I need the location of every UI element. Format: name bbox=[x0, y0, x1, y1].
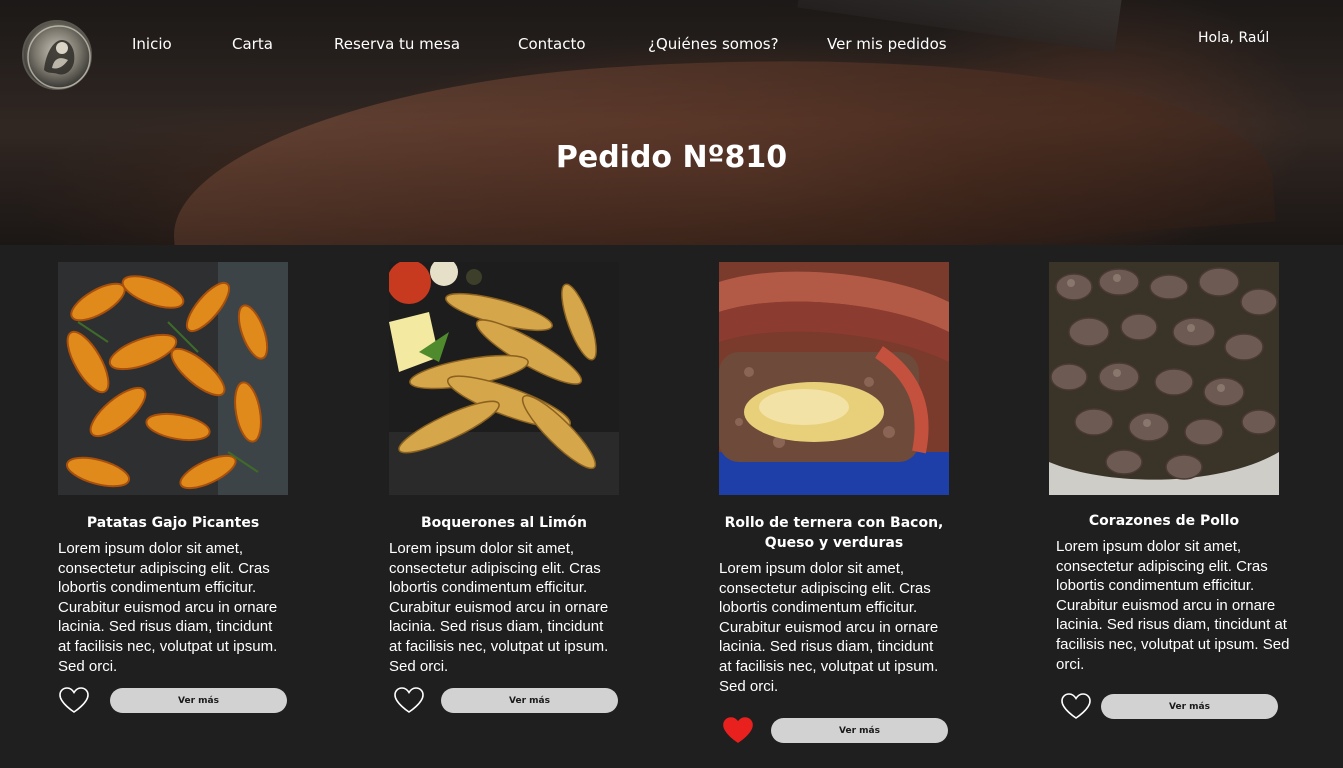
chicken-hearts-photo[interactable] bbox=[1049, 262, 1279, 495]
restaurant-logo-icon[interactable] bbox=[22, 20, 92, 90]
product-description: Lorem ipsum dolor sit amet, consectetur … bbox=[58, 540, 278, 675]
ver-mas-button[interactable]: Ver más bbox=[771, 718, 948, 744]
beef-roll-photo[interactable] bbox=[719, 262, 949, 495]
user-greeting[interactable]: Hola, Raúl bbox=[1198, 30, 1269, 46]
page-title: Pedido Nº810 bbox=[555, 140, 788, 175]
nav-reserva[interactable]: Reserva tu mesa bbox=[334, 35, 460, 53]
product-actions: Ver más bbox=[1049, 692, 1279, 722]
product-actions: Ver más bbox=[58, 686, 288, 716]
product-title: Boquerones al Limón bbox=[421, 515, 587, 531]
product-card: Corazones de Pollo Lorem ipsum dolor sit… bbox=[1049, 262, 1289, 722]
product-title: Patatas Gajo Picantes bbox=[86, 515, 260, 531]
product-card: Rollo de ternera con Bacon, Queso y verd… bbox=[719, 262, 949, 746]
product-card: Patatas Gajo Picantes Lorem ipsum dolor … bbox=[58, 262, 288, 716]
product-title: Corazones de Pollo bbox=[1088, 513, 1240, 529]
nav-contacto[interactable]: Contacto bbox=[518, 35, 586, 53]
ver-mas-button[interactable]: Ver más bbox=[1101, 694, 1278, 720]
heart-filled-icon[interactable] bbox=[722, 716, 754, 744]
nav-ver-pedidos[interactable]: Ver mis pedidos bbox=[827, 35, 947, 53]
nav-quienes-somos[interactable]: ¿Quiénes somos? bbox=[648, 35, 779, 53]
product-description: Lorem ipsum dolor sit amet, consectetur … bbox=[389, 540, 609, 675]
potato-wedges-photo[interactable] bbox=[58, 262, 288, 495]
ver-mas-button[interactable]: Ver más bbox=[441, 688, 618, 714]
product-description: Lorem ipsum dolor sit amet, consectetur … bbox=[719, 560, 939, 695]
product-title: Rollo de ternera con Bacon, Queso y verd… bbox=[724, 515, 944, 551]
fried-anchovies-photo[interactable] bbox=[389, 262, 619, 495]
ver-mas-button[interactable]: Ver más bbox=[110, 688, 287, 714]
nav-carta[interactable]: Carta bbox=[232, 35, 273, 53]
heart-outline-icon[interactable] bbox=[58, 686, 90, 714]
heart-outline-icon[interactable] bbox=[393, 686, 425, 714]
heart-outline-icon[interactable] bbox=[1060, 692, 1092, 720]
product-actions: Ver más bbox=[719, 716, 949, 746]
product-actions: Ver más bbox=[389, 686, 619, 716]
product-description: Lorem ipsum dolor sit amet, consectetur … bbox=[1056, 538, 1290, 673]
product-card: Boquerones al Limón Lorem ipsum dolor si… bbox=[389, 262, 619, 716]
nav-inicio[interactable]: Inicio bbox=[132, 35, 172, 53]
hero-banner: Inicio Carta Reserva tu mesa Contacto ¿Q… bbox=[0, 0, 1343, 245]
